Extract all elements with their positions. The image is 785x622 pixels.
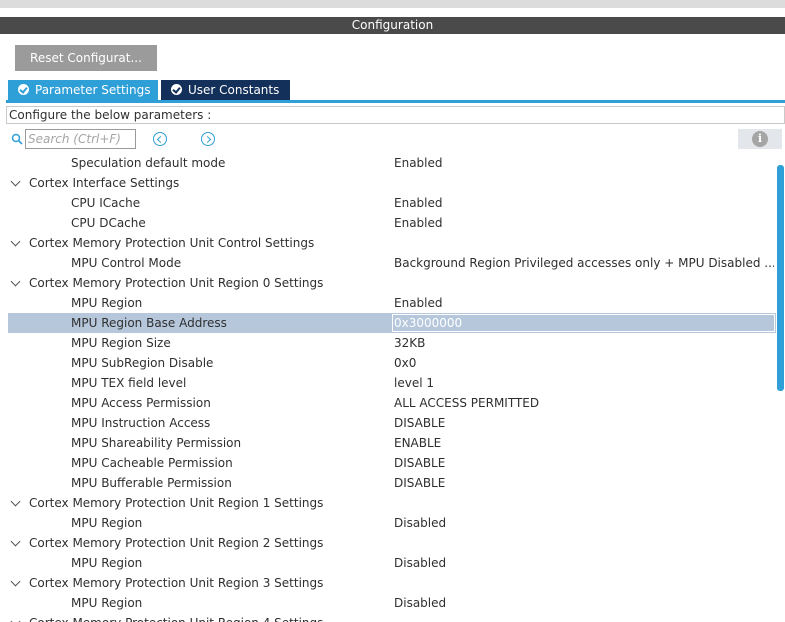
tree-group-row[interactable]: Cortex Interface Settings: [8, 173, 776, 193]
parameter-value[interactable]: Enabled: [394, 153, 774, 173]
parameter-row[interactable]: MPU Shareability Permission ENABLE: [8, 433, 776, 453]
parameter-row[interactable]: MPU Region Size 32KB: [8, 333, 776, 353]
parameter-row[interactable]: MPU SubRegion Disable 0x0: [8, 353, 776, 373]
parameter-name: MPU Access Permission: [71, 396, 211, 410]
parameter-row[interactable]: MPU Control Mode Background Region Privil…: [8, 253, 776, 273]
group-label: Cortex Memory Protection Unit Region 0 S…: [29, 276, 324, 290]
parameter-row[interactable]: MPU Region Disabled: [8, 553, 776, 573]
parameter-name: MPU Control Mode: [71, 256, 182, 270]
panel-title: Configuration: [0, 17, 785, 34]
tab-parameter-settings[interactable]: Parameter Settings: [8, 80, 158, 100]
chevron-down-icon[interactable]: [10, 236, 21, 247]
info-icon: i: [752, 131, 768, 147]
group-label: Cortex Memory Protection Unit Region 2 S…: [29, 536, 324, 550]
parameter-name: MPU Region: [71, 596, 143, 610]
parameter-row[interactable]: MPU Cacheable Permission DISABLE: [8, 453, 776, 473]
parameter-row[interactable]: MPU TEX field level level 1: [8, 373, 776, 393]
group-label: Cortex Memory Protection Unit Control Se…: [29, 236, 315, 250]
parameter-value[interactable]: DISABLE: [394, 453, 774, 473]
chevron-down-icon[interactable]: [10, 576, 21, 587]
parameter-row[interactable]: CPU ICache Enabled: [8, 193, 776, 213]
parameter-row[interactable]: MPU Region Base Address 0x3000000: [8, 313, 776, 333]
parameter-name: MPU Region: [71, 516, 143, 530]
tree-group-row[interactable]: Cortex Memory Protection Unit Region 0 S…: [8, 273, 776, 293]
reset-configuration-button[interactable]: Reset Configurat...: [15, 45, 157, 71]
parameter-value[interactable]: ALL ACCESS PERMITTED: [394, 393, 774, 413]
parameter-name: MPU Bufferable Permission: [71, 476, 232, 490]
tab-label: User Constants: [188, 83, 280, 97]
parameter-row[interactable]: CPU DCache Enabled: [8, 213, 776, 233]
parameter-name: MPU Region Base Address: [71, 316, 227, 330]
parameter-value[interactable]: DISABLE: [394, 473, 774, 493]
parameter-value[interactable]: 0x0: [394, 353, 774, 373]
info-button[interactable]: i: [738, 129, 782, 149]
tree-group-row[interactable]: Cortex Memory Protection Unit Region 1 S…: [8, 493, 776, 513]
search-input[interactable]: [25, 129, 136, 149]
parameter-value[interactable]: Disabled: [394, 513, 774, 533]
parameter-name: Speculation default mode: [71, 156, 226, 170]
parameter-row[interactable]: MPU Region Enabled: [8, 293, 776, 313]
parameter-name: MPU TEX field level: [71, 376, 187, 390]
parameter-value[interactable]: DISABLE: [394, 413, 774, 433]
chevron-down-icon[interactable]: [10, 496, 21, 507]
top-strip: [0, 0, 785, 8]
parameter-row[interactable]: MPU Region Disabled: [8, 513, 776, 533]
group-label: Cortex Interface Settings: [29, 176, 180, 190]
tree-group-row[interactable]: Cortex Memory Protection Unit Region 3 S…: [8, 573, 776, 593]
check-circle-icon: [18, 84, 29, 95]
parameter-row[interactable]: MPU Bufferable Permission DISABLE: [8, 473, 776, 493]
chevron-down-icon[interactable]: [10, 176, 21, 187]
group-label: Cortex Memory Protection Unit Region 3 S…: [29, 576, 324, 590]
check-circle-icon: [171, 84, 182, 95]
parameter-name: MPU Shareability Permission: [71, 436, 242, 450]
parameter-value[interactable]: Disabled: [394, 593, 774, 613]
parameter-value[interactable]: Enabled: [394, 193, 774, 213]
tab-user-constants[interactable]: User Constants: [161, 80, 290, 100]
parameter-name: MPU Instruction Access: [71, 416, 211, 430]
parameter-value[interactable]: Background Region Privileged accesses on…: [394, 253, 774, 273]
parameter-value[interactable]: 0x3000000: [394, 313, 774, 333]
parameter-row[interactable]: Speculation default mode Enabled: [8, 153, 776, 173]
parameter-row[interactable]: MPU Region Disabled: [8, 593, 776, 613]
parameter-value[interactable]: ENABLE: [394, 433, 774, 453]
parameter-row[interactable]: MPU Access Permission ALL ACCESS PERMITTE…: [8, 393, 776, 413]
chevron-right-circle-icon[interactable]: [201, 132, 215, 146]
parameter-name: MPU Region Size: [71, 336, 171, 350]
group-label: Cortex Memory Protection Unit Region 1 S…: [29, 496, 324, 510]
parameter-value[interactable]: Disabled: [394, 553, 774, 573]
parameter-name: CPU ICache: [71, 196, 141, 210]
parameter-value[interactable]: 32KB: [394, 333, 774, 353]
tree-group-row[interactable]: Cortex Memory Protection Unit Region 2 S…: [8, 533, 776, 553]
search-icon[interactable]: [11, 133, 23, 145]
parameter-row[interactable]: MPU Instruction Access DISABLE: [8, 413, 776, 433]
scrollbar-thumb[interactable]: [777, 165, 784, 391]
group-label: Cortex Memory Protection Unit Region 4 S…: [29, 613, 323, 622]
parameter-name: MPU Cacheable Permission: [71, 456, 233, 470]
parameter-name: MPU Region: [71, 296, 143, 310]
parameter-name: CPU DCache: [71, 216, 146, 230]
parameter-name: MPU Region: [71, 556, 143, 570]
parameter-name: MPU SubRegion Disable: [71, 356, 214, 370]
configure-instructions: Configure the below parameters :: [6, 106, 785, 124]
chevron-down-icon[interactable]: [10, 536, 21, 547]
parameter-value[interactable]: level 1: [394, 373, 774, 393]
parameter-value[interactable]: Enabled: [394, 293, 774, 313]
chevron-down-icon[interactable]: [10, 616, 21, 622]
chevron-down-icon[interactable]: [10, 276, 21, 287]
tab-label: Parameter Settings: [35, 83, 151, 97]
tree-group-row[interactable]: Cortex Memory Protection Unit Control Se…: [8, 233, 776, 253]
parameter-tree: Speculation default mode Enabled Cortex In…: [8, 153, 776, 622]
parameter-value[interactable]: Enabled: [394, 213, 774, 233]
tree-group-row[interactable]: Cortex Memory Protection Unit Region 4 S…: [8, 613, 776, 622]
tab-underline: [6, 100, 785, 103]
chevron-left-circle-icon[interactable]: [153, 132, 167, 146]
